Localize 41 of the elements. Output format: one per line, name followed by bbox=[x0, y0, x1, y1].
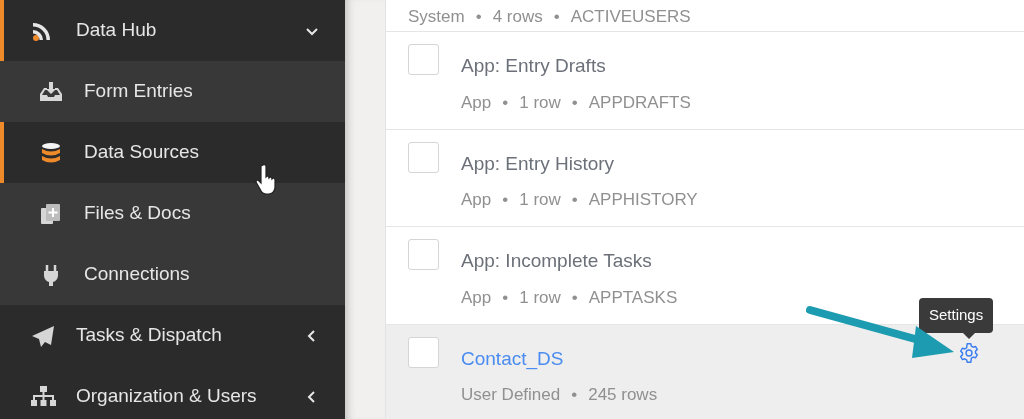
data-source-meta: APPHISTORY bbox=[588, 189, 698, 211]
checkbox[interactable] bbox=[408, 141, 439, 173]
data-source-title: App: Incomplete Tasks bbox=[461, 249, 653, 273]
sidebar-subitem[interactable]: Connections bbox=[0, 244, 345, 305]
data-source-meta: ACTIVEUSERS bbox=[570, 6, 691, 28]
bullet-separator: • bbox=[553, 6, 560, 28]
bullet-separator: • bbox=[571, 384, 578, 406]
bullet-separator: • bbox=[571, 91, 578, 114]
sidebar-item[interactable]: Organization & Users bbox=[0, 366, 345, 419]
data-source-title: App: Entry Drafts bbox=[461, 54, 607, 78]
data-source-meta: APPDRAFTS bbox=[588, 91, 691, 114]
bullet-separator: • bbox=[571, 286, 578, 309]
data-source-title: App: Entry History bbox=[461, 151, 616, 176]
tooltip-pointer bbox=[962, 332, 976, 340]
sidebar-item[interactable]: Tasks & Dispatch bbox=[0, 305, 345, 366]
data-source-meta: APPTASKS bbox=[588, 286, 678, 309]
sidebar-subitem[interactable]: Files & Docs bbox=[0, 183, 345, 244]
checkbox[interactable] bbox=[408, 44, 439, 75]
checkbox[interactable] bbox=[408, 239, 439, 270]
settings-icon[interactable] bbox=[958, 342, 980, 364]
bullet-separator: • bbox=[571, 189, 578, 211]
data-source-meta: 245 rows bbox=[588, 384, 658, 406]
paper-plane-icon bbox=[30, 323, 56, 348]
bullet-separator: • bbox=[502, 286, 509, 309]
bullet-separator: • bbox=[475, 6, 482, 28]
sitemap-icon bbox=[30, 384, 56, 409]
data-source-meta: 4 rows bbox=[492, 6, 543, 28]
download-tray-icon bbox=[38, 79, 64, 104]
data-source-meta: 1 row bbox=[519, 91, 561, 114]
checkbox[interactable] bbox=[408, 336, 439, 368]
sidebar-subitem[interactable]: Form Entries bbox=[0, 61, 345, 122]
data-source-meta: App bbox=[461, 189, 492, 211]
data-source-meta: App bbox=[461, 91, 492, 114]
data-source-meta: App bbox=[461, 286, 492, 309]
data-source-meta: 1 row bbox=[519, 286, 561, 309]
bullet-separator: • bbox=[502, 91, 509, 114]
data-source-meta: System bbox=[408, 6, 465, 28]
tooltip: Settings bbox=[919, 298, 994, 333]
data-source-meta: 1 row bbox=[519, 189, 561, 211]
bullet-separator: • bbox=[502, 189, 509, 211]
data-source-meta: User Defined bbox=[461, 384, 561, 406]
